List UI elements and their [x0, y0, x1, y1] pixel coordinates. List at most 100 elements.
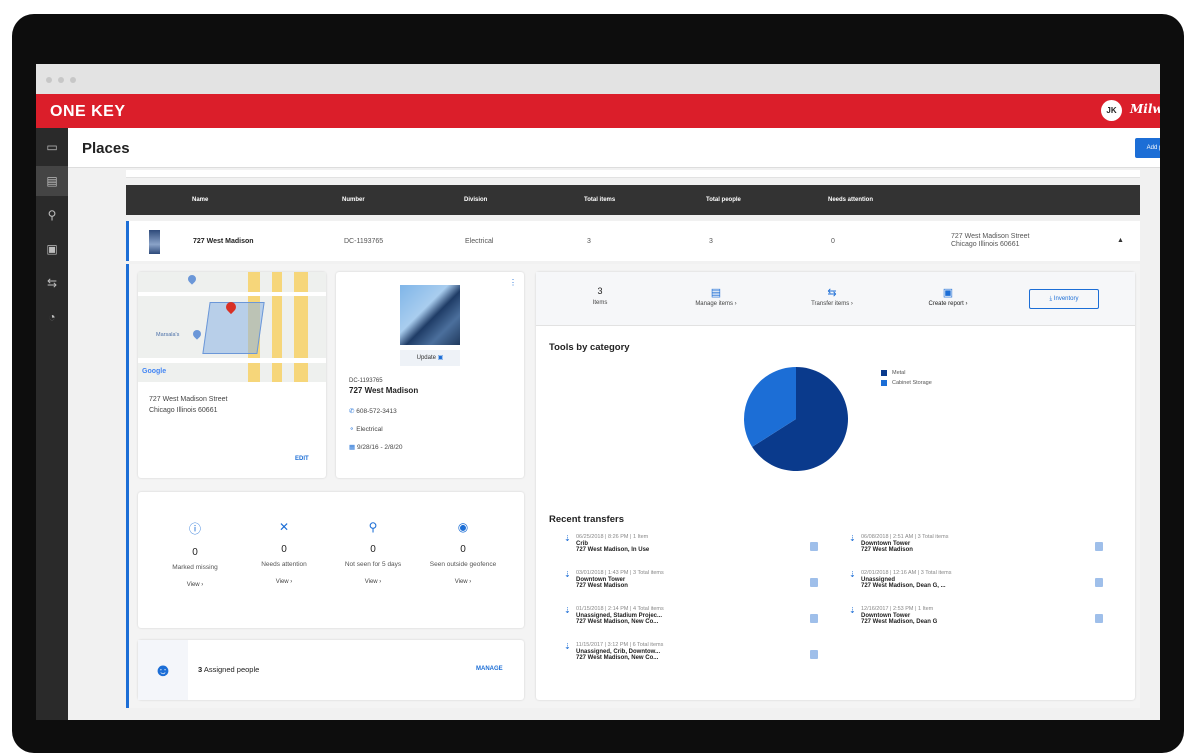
sidebar-item-tools[interactable]: ▭: [36, 132, 68, 162]
page-header: Places Add place: [68, 128, 1160, 168]
transfer-document-icon[interactable]: [1095, 542, 1103, 551]
items-count[interactable]: 3 Items: [560, 286, 640, 306]
location-map[interactable]: Marsala's Google: [138, 272, 326, 382]
sidebar-item-reports[interactable]: ▣: [36, 234, 68, 264]
add-place-button[interactable]: Add place: [1135, 138, 1160, 158]
manage-items-action[interactable]: ▤ Manage items ›: [676, 286, 756, 307]
manage-items-label: Manage items ›: [695, 301, 737, 307]
transfer-meta: 11/15/2017 | 3:12 PM | 6 Total items: [576, 642, 664, 648]
user-avatar[interactable]: JK: [1101, 100, 1122, 121]
column-header-total-items[interactable]: Total items: [584, 197, 615, 203]
window-dot-icon: [58, 77, 64, 83]
manage-people-link[interactable]: MANAGE: [476, 666, 503, 672]
transfer-pin-icon: ⇣: [849, 534, 856, 543]
transfer-meta: 06/25/2018 | 8:26 PM | 1 Item: [576, 534, 649, 540]
filter-strip: [126, 170, 1140, 178]
transfer-document-icon[interactable]: [810, 614, 818, 623]
stat-marked-missing: ⓘ 0 Marked missing View ›: [160, 520, 230, 588]
more-options-icon[interactable]: ⋮: [509, 278, 517, 287]
view-link[interactable]: View ›: [428, 579, 498, 585]
transfer-items-action[interactable]: ⇆ Transfer items ›: [792, 286, 872, 307]
column-header-total-people[interactable]: Total people: [706, 197, 741, 203]
transfer-document-icon[interactable]: [1095, 614, 1103, 623]
person-icon: ⚲: [47, 208, 57, 222]
sidebar-item-transfers[interactable]: ⇆: [36, 268, 68, 298]
transfer-document-icon[interactable]: [810, 650, 818, 659]
transfer-meta: 01/15/2018 | 2:14 PM | 4 Total items: [576, 606, 664, 612]
map-road: [138, 292, 326, 296]
transfer-document-icon[interactable]: [1095, 578, 1103, 587]
transfer-item[interactable]: ⇣ 03/01/2018 | 1:43 PM | 3 Total items Do…: [564, 570, 818, 598]
sidebar-item-people[interactable]: ⚲: [36, 200, 68, 230]
milwaukee-logo: Milwaukee: [1130, 102, 1160, 116]
transfer-pin-icon: ⇣: [564, 642, 571, 651]
transfer-item[interactable]: ⇣ 01/15/2018 | 2:14 PM | 4 Total items Un…: [564, 606, 818, 634]
wrench-icon: ✕: [278, 520, 290, 534]
column-header-name[interactable]: Name: [192, 197, 208, 203]
sidebar-item-places[interactable]: ▤: [36, 166, 68, 196]
device-frame: ONE KEY JK Milwaukee ▭ ▤ ⚲ ▣ ⇆ ◔ Places …: [12, 14, 1184, 753]
column-header-division[interactable]: Division: [464, 197, 487, 203]
map-address: 727 West Madison Street Chicago Illinois…: [149, 394, 227, 416]
view-link[interactable]: View ›: [160, 582, 230, 588]
transfer-item[interactable]: ⇣ 02/01/2018 | 12:16 AM | 3 Total items U…: [849, 570, 1103, 598]
actions-bar: 3 Items ▤ Manage items › ⇆ Transfer item…: [536, 272, 1135, 326]
column-header-number[interactable]: Number: [342, 197, 365, 203]
view-link[interactable]: View ›: [338, 579, 408, 585]
view-link[interactable]: View ›: [249, 579, 319, 585]
column-header-needs-attention[interactable]: Needs attention: [828, 197, 873, 203]
transfer-item[interactable]: ⇣ 11/15/2017 | 3:12 PM | 6 Total items Un…: [564, 642, 818, 670]
edit-link[interactable]: EDIT: [295, 456, 309, 462]
page-title: Places: [82, 140, 130, 157]
window-dot-icon: [46, 77, 52, 83]
row-total-people: 3: [709, 238, 713, 245]
onekey-logo[interactable]: ONE KEY: [50, 103, 126, 121]
report-icon: ▣: [46, 242, 58, 256]
row-needs-attention: 0: [831, 238, 835, 245]
top-navigation-bar: ONE KEY JK Milwaukee: [36, 94, 1160, 128]
transfer-meta: 06/08/2018 | 2:51 AM | 3 Total items: [861, 534, 949, 540]
inventory-button[interactable]: ⤓ Inventory: [1029, 289, 1099, 309]
status-stats-card: ⓘ 0 Marked missing View › ✕ 0 Needs atte…: [138, 492, 524, 628]
transfer-to: 727 West Madison, New Co...: [576, 619, 659, 625]
transfer-document-icon[interactable]: [810, 578, 818, 587]
transfer-item[interactable]: ⇣ 06/08/2018 | 2:51 AM | 3 Total items Do…: [849, 534, 1103, 562]
dates-text: 9/28/16 - 2/8/20: [356, 444, 403, 451]
stat-label: Needs attention: [261, 561, 307, 568]
transfer-item[interactable]: ⇣ 06/25/2018 | 8:26 PM | 1 Item Crib 727 W…: [564, 534, 818, 562]
transfer-pin-icon: ⇣: [849, 606, 856, 615]
sidebar: ▭ ▤ ⚲ ▣ ⇆ ◔: [36, 128, 68, 720]
items-count-value: 3: [597, 286, 603, 296]
update-photo-button[interactable]: Update ▣: [400, 350, 460, 366]
row-number: DC-1193765: [344, 238, 384, 245]
create-report-action[interactable]: ▣ Create report ›: [908, 286, 988, 307]
row-address-line2: Chicago Illinois 60661: [951, 241, 1020, 248]
items-count-label: Items: [592, 300, 608, 306]
transfer-document-icon[interactable]: [810, 542, 818, 551]
worker-icon: ☻: [138, 640, 188, 700]
place-overview-card: 3 Items ▤ Manage items › ⇆ Transfer item…: [536, 272, 1135, 700]
expand-caret-icon[interactable]: ▲: [1117, 237, 1124, 244]
create-report-label: Create report ›: [928, 301, 968, 307]
transfer-to: 727 West Madison, In Use: [576, 547, 650, 553]
stat-needs-attention: ✕ 0 Needs attention View ›: [249, 520, 319, 585]
row-division: Electrical: [465, 238, 494, 245]
transfer-icon: ⇆: [46, 276, 58, 290]
transfer-item[interactable]: ⇣ 12/16/2017 | 2:53 PM | 1 Item Downtown …: [849, 606, 1103, 634]
map-address-line2: Chicago Illinois 60661: [149, 407, 218, 414]
map-label: Marsala's: [156, 332, 180, 338]
transfer-to: 727 West Madison, New Co...: [576, 655, 659, 661]
table-row[interactable]: 727 West Madison DC-1193765 Electrical 3…: [126, 221, 1140, 261]
place-dates: ▦ 9/28/16 - 2/8/20: [349, 442, 403, 453]
sidebar-item-help[interactable]: ◔: [36, 302, 68, 332]
transfer-pin-icon: ⇣: [564, 570, 571, 579]
globe-icon: ◉: [457, 520, 469, 534]
transfer-pin-icon: ⇣: [564, 606, 571, 615]
place-photo: [400, 285, 460, 345]
transfer-items-label: Transfer items ›: [811, 301, 853, 307]
window-dot-icon: [70, 77, 76, 83]
toolbox-icon: ▭: [46, 140, 58, 154]
legend-swatch: [881, 379, 887, 386]
transfer-pin-icon: ⇣: [564, 534, 571, 543]
image-icon: ▣: [437, 355, 444, 361]
